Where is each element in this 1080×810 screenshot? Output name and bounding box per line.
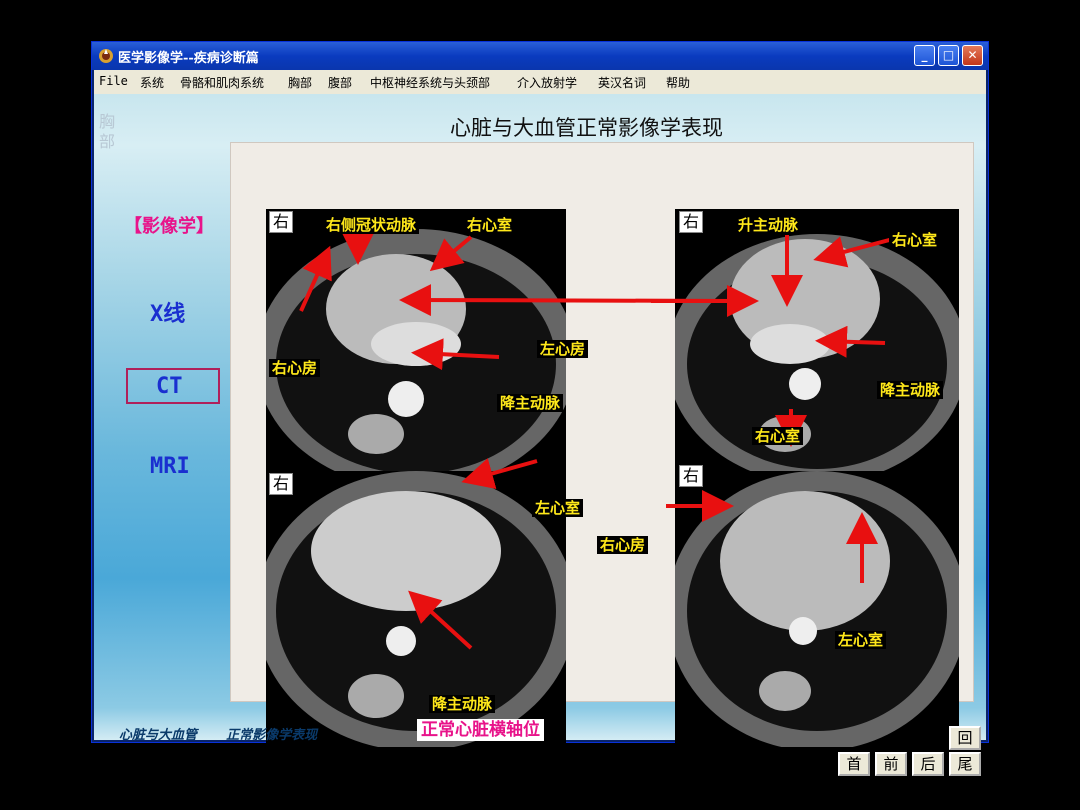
- label-descending-aorta-2: 降主动脉: [877, 381, 944, 399]
- link-mri[interactable]: MRI: [150, 454, 190, 479]
- orientation-label-2: 右: [679, 211, 704, 233]
- label-right-ventricle-2: 右心室: [889, 231, 941, 249]
- link-xray[interactable]: X线: [150, 296, 185, 328]
- prev-page-button[interactable]: 前: [875, 752, 907, 776]
- minimize-button[interactable]: _: [914, 45, 935, 66]
- maximize-button[interactable]: □: [938, 45, 959, 66]
- menu-chest[interactable]: 胸部: [288, 74, 312, 91]
- menu-cns-head-neck[interactable]: 中枢神经系统与头颈部: [370, 74, 490, 91]
- menu-system[interactable]: 系统: [140, 74, 164, 91]
- label-right-ventricle-3: 右心室: [752, 427, 804, 445]
- menu-abdomen[interactable]: 腹部: [328, 74, 352, 91]
- menu-interventional[interactable]: 介入放射学: [517, 74, 577, 91]
- window-title: 医学影像学--疾病诊断篇: [118, 51, 259, 66]
- menu-file[interactable]: File: [99, 74, 128, 88]
- app-icon: [99, 49, 113, 63]
- section-heading: 【影像学】: [124, 216, 214, 237]
- figure-caption: 正常心脏横轴位: [417, 719, 544, 741]
- label-ascending-aorta: 升主动脉: [735, 216, 802, 234]
- label-right-coronary: 右侧冠状动脉: [323, 216, 420, 234]
- last-page-button[interactable]: 尾: [949, 752, 981, 776]
- title-bar[interactable]: 医学影像学--疾病诊断篇 _ □ ✕: [92, 42, 988, 70]
- close-button[interactable]: ✕: [962, 45, 983, 66]
- orientation-label-4: 右: [679, 465, 704, 487]
- orientation-label-1: 右: [269, 211, 294, 233]
- footer-part2: 正常影像学表现: [226, 728, 318, 743]
- label-right-atrium-2: 右心房: [597, 536, 649, 554]
- next-page-button[interactable]: 后: [912, 752, 944, 776]
- footer-breadcrumb: 心脏与大血管 正常影像学表现: [119, 724, 317, 743]
- menu-help[interactable]: 帮助: [666, 74, 690, 91]
- label-descending-aorta-1: 降主动脉: [497, 394, 564, 412]
- content-area: 胸部 心脏与大血管正常影像学表现 【影像学】 X线 CT MRI 右 右 右 右…: [94, 94, 986, 776]
- menu-glossary[interactable]: 英汉名词: [598, 74, 646, 91]
- category-label: 胸部: [99, 112, 116, 151]
- label-descending-aorta-3: 降主动脉: [429, 695, 496, 713]
- menu-musculoskeletal[interactable]: 骨骼和肌肉系统: [180, 74, 264, 91]
- label-right-atrium-1: 右心房: [269, 359, 321, 377]
- first-page-button[interactable]: 首: [838, 752, 870, 776]
- footer-part1: 心脏与大血管: [119, 728, 198, 743]
- image-panel: 右 右 右 右 右侧冠状动脉 右心室 右心房 左心房 降主动脉 升主动脉 右心室…: [230, 142, 974, 747]
- orientation-label-3: 右: [269, 473, 294, 495]
- app-window: 医学影像学--疾病诊断篇 _ □ ✕ File 系统 骨骼和肌肉系统 胸部 腹部…: [91, 41, 989, 776]
- label-left-ventricle-2: 左心室: [835, 631, 887, 649]
- label-left-atrium: 左心房: [537, 340, 589, 358]
- link-ct[interactable]: CT: [156, 374, 183, 399]
- label-left-ventricle-1: 左心室: [532, 499, 584, 517]
- back-button[interactable]: 回: [949, 726, 981, 750]
- label-right-ventricle-1: 右心室: [464, 216, 516, 234]
- page-title: 心脏与大血管正常影像学表现: [450, 116, 723, 140]
- menu-bar: File 系统 骨骼和肌肉系统 胸部 腹部 中枢神经系统与头颈部 介入放射学 英…: [94, 70, 986, 94]
